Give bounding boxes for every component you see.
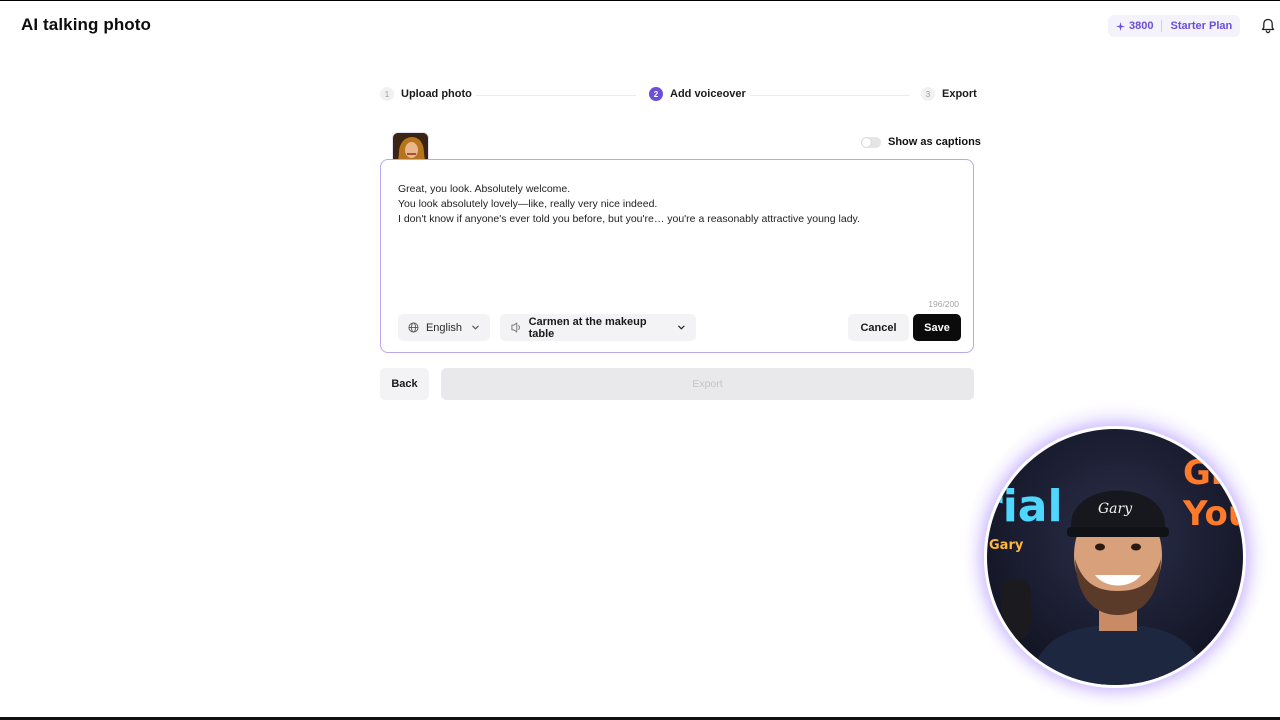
step-label: Export xyxy=(942,88,977,100)
script-line: Great, you look. Absolutely welcome. xyxy=(398,183,571,195)
save-button[interactable]: Save xyxy=(913,314,961,341)
presenter-video: rial Gary Gr You Gary xyxy=(987,429,1243,685)
voiceover-editor: Great, you look. Absolutely welcome. You… xyxy=(380,159,974,353)
bell-icon[interactable] xyxy=(1260,18,1276,34)
export-button[interactable]: Export xyxy=(441,368,974,400)
step-add-voiceover[interactable]: 2 Add voiceover xyxy=(649,87,746,101)
credits-plan-pill[interactable]: 3800 Starter Plan xyxy=(1108,15,1241,37)
step-number: 1 xyxy=(380,87,394,101)
toggle-label: Show as captions xyxy=(888,136,981,148)
cancel-button[interactable]: Cancel xyxy=(848,314,909,341)
cap-text: Gary xyxy=(1098,501,1133,517)
step-number: 3 xyxy=(921,87,935,101)
window-top-border xyxy=(0,0,1280,1)
credits-balance: 3800 xyxy=(1116,20,1153,32)
credits-amount: 3800 xyxy=(1129,20,1154,32)
step-number: 2 xyxy=(649,87,663,101)
plan-name: Starter Plan xyxy=(1170,20,1233,32)
voice-select[interactable]: Carmen at the makeup table xyxy=(500,314,696,341)
toggle-switch[interactable] xyxy=(861,136,881,148)
step-connector xyxy=(476,95,636,96)
voice-value: Carmen at the makeup table xyxy=(528,315,647,340)
globe-icon xyxy=(408,322,419,333)
progress-stepper: 1 Upload photo 2 Add voiceover 3 Export xyxy=(380,87,977,105)
step-upload-photo[interactable]: 1 Upload photo xyxy=(380,87,472,101)
neon-sign-small: Gary xyxy=(989,538,1024,553)
step-label: Add voiceover xyxy=(670,88,746,100)
chevron-down-icon xyxy=(678,325,685,330)
sparkle-icon xyxy=(1116,21,1125,31)
voice-icon xyxy=(511,322,520,333)
step-connector xyxy=(750,95,910,96)
show-captions-toggle[interactable]: Show as captions xyxy=(861,136,981,148)
page-title: AI talking photo xyxy=(21,15,152,34)
script-textarea[interactable]: Great, you look. Absolutely welcome. You… xyxy=(398,182,958,227)
presenter-webcam: rial Gary Gr You Gary xyxy=(984,426,1246,688)
language-select[interactable]: English xyxy=(398,314,490,341)
back-button[interactable]: Back xyxy=(380,368,429,400)
script-line: I don't know if anyone's ever told you b… xyxy=(398,213,860,225)
step-label: Upload photo xyxy=(401,88,472,100)
character-counter: 196/200 xyxy=(928,299,959,309)
script-line: You look absolutely lovely—like, really … xyxy=(398,198,658,210)
step-export[interactable]: 3 Export xyxy=(921,87,977,101)
chevron-down-icon xyxy=(472,325,479,330)
toggle-knob xyxy=(862,137,871,147)
pill-divider xyxy=(1161,20,1163,32)
language-value: English xyxy=(425,321,463,334)
